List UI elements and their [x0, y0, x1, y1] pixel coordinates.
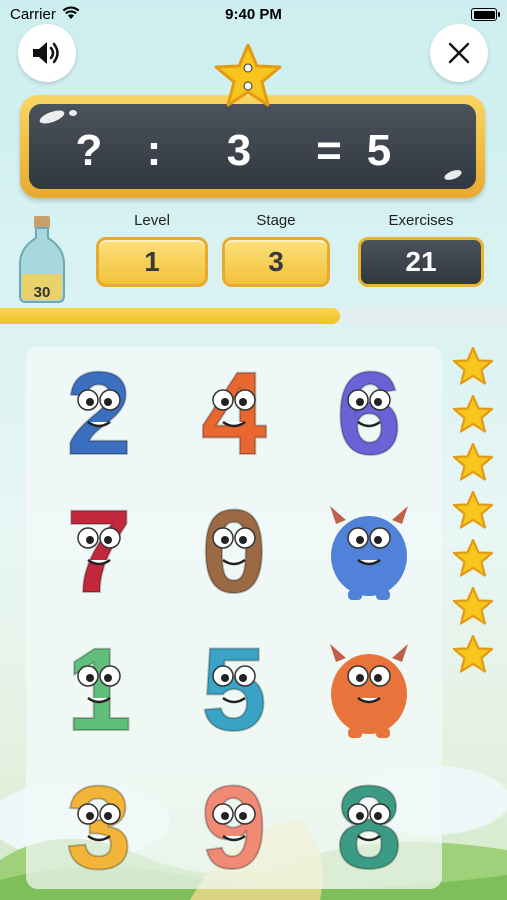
svg-text:3: 3	[66, 762, 132, 894]
battery-icon	[471, 8, 500, 21]
number-card[interactable]	[314, 494, 424, 604]
stage-label: Stage	[256, 212, 296, 229]
star-icon	[452, 394, 494, 433]
star-icon	[452, 634, 494, 673]
monster-number-icon: 3	[65, 761, 133, 895]
level-value: 1	[96, 237, 208, 287]
sound-button[interactable]	[18, 24, 76, 82]
star-icon	[452, 346, 494, 385]
number-card[interactable]: 9	[179, 761, 289, 895]
number-card[interactable]: 1	[44, 623, 154, 757]
svg-text:4: 4	[201, 348, 267, 480]
svg-text:0: 0	[201, 486, 267, 618]
star-icon	[452, 442, 494, 481]
speaker-icon	[33, 42, 59, 64]
svg-text:9: 9	[201, 762, 267, 894]
equation-result: 5	[366, 126, 392, 175]
progress-bar	[0, 308, 507, 324]
monster-number-icon: 4	[200, 347, 268, 481]
exercises-label: Exercises	[388, 212, 454, 229]
star-icon	[452, 586, 494, 625]
svg-text:8: 8	[336, 762, 402, 894]
number-card[interactable]: 7	[44, 485, 154, 619]
clock: 9:40 PM	[225, 6, 282, 23]
level-label: Level	[134, 212, 170, 229]
monster-number-icon	[330, 644, 408, 738]
equation-unknown: ?	[75, 126, 103, 175]
monster-number-icon: 5	[200, 623, 268, 757]
monster-number-icon: 9	[200, 761, 268, 895]
number-card[interactable]: 6	[314, 347, 424, 481]
equation-divisor: 3	[226, 126, 252, 175]
equation-board: ? : 3 = 5	[20, 95, 485, 198]
svg-text:5: 5	[201, 624, 267, 756]
close-button[interactable]	[430, 24, 488, 82]
star-icon	[452, 538, 494, 577]
star-icon	[452, 490, 494, 529]
number-card[interactable]: 0	[179, 485, 289, 619]
number-card[interactable]: 4	[179, 347, 289, 481]
svg-text:2: 2	[66, 348, 132, 480]
monster-number-icon: 2	[65, 347, 133, 481]
monster-number-icon: 6	[335, 347, 403, 481]
number-card[interactable]: 2	[44, 347, 154, 481]
stage-value: 3	[222, 237, 330, 287]
svg-text:6: 6	[336, 348, 402, 480]
equation-equals: =	[316, 126, 342, 175]
number-card[interactable]	[314, 632, 424, 742]
number-card[interactable]: 3	[44, 761, 154, 895]
monster-number-icon: 0	[200, 485, 268, 619]
status-bar: Carrier 9:40 PM	[0, 0, 507, 30]
svg-text:1: 1	[66, 624, 132, 756]
monster-number-icon: 8	[335, 761, 403, 895]
equation-operator: :	[146, 126, 162, 175]
monster-number-icon: 1	[65, 623, 133, 757]
number-cards-grid: 2 4 6 7 0 1 5 3 9 8	[26, 346, 442, 895]
number-card[interactable]: 5	[179, 623, 289, 757]
star-icon	[214, 43, 282, 107]
bottle-count: 30	[33, 284, 51, 301]
close-icon	[448, 42, 470, 64]
monster-number-icon	[330, 506, 408, 600]
number-card[interactable]: 8	[314, 761, 424, 895]
svg-text:7: 7	[66, 486, 132, 618]
exercises-value: 21	[358, 237, 484, 287]
progress-fill	[0, 308, 340, 324]
monster-number-icon: 7	[65, 485, 133, 619]
